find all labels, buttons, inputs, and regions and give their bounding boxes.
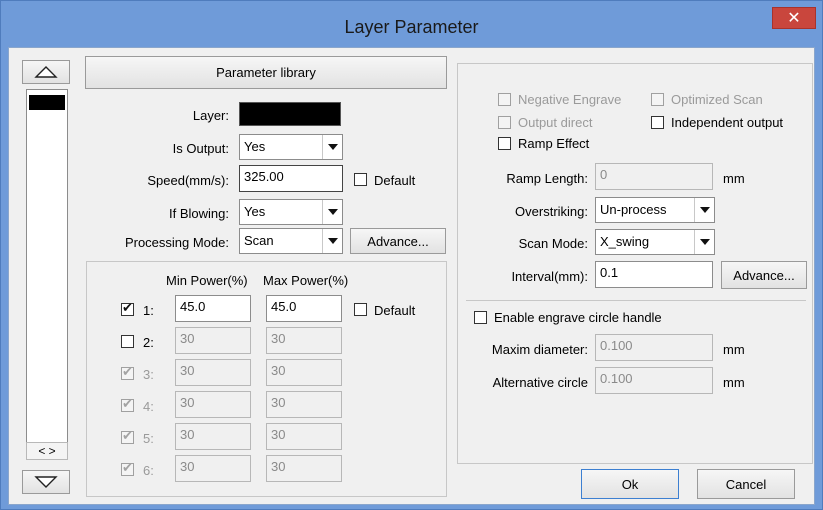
speed-input[interactable]: 325.00 [239, 165, 343, 192]
power-row-5-min-input: 30 [175, 423, 251, 450]
speed-default-checkbox[interactable] [354, 173, 367, 186]
speed-label: Speed(mm/s): [147, 173, 229, 188]
scan-mode-value: X_swing [600, 234, 650, 249]
checkmark-icon: ✔ [122, 460, 133, 475]
power-row-2-checkbox[interactable] [121, 335, 134, 348]
chevron-down-icon [322, 200, 342, 224]
power-row-3-label: 3: [143, 367, 154, 382]
alternative-circle-input: 0.100 [595, 367, 713, 394]
layer-parameter-window: Layer Parameter ✕ < > Parameter library … [0, 0, 823, 510]
power-row-6-checkbox: ✔ [121, 460, 134, 476]
title-bar[interactable]: Layer Parameter ✕ [1, 1, 822, 47]
alternative-circle-unit: mm [723, 375, 745, 390]
power-row-6-label: 6: [143, 463, 154, 478]
power-row-3-max-input: 30 [266, 359, 342, 386]
overstriking-select[interactable]: Un-process [595, 197, 715, 223]
output-direct-label: Output direct [518, 115, 593, 130]
scroll-up-button[interactable] [22, 60, 70, 84]
chevron-down-icon [694, 198, 714, 222]
chevron-down-icon [322, 135, 342, 159]
power-row-1-checkbox[interactable]: ✔ [121, 300, 134, 316]
triangle-down-icon [34, 476, 58, 488]
parameter-library-button[interactable]: Parameter library [85, 56, 447, 89]
overstriking-value: Un-process [600, 202, 667, 217]
triangle-up-icon [34, 66, 58, 78]
min-power-header: Min Power(%) [166, 273, 248, 288]
layer-list-item[interactable] [29, 95, 65, 110]
processing-mode-label: Processing Mode: [124, 235, 229, 250]
negative-engrave-label: Negative Engrave [518, 92, 622, 107]
optimized-scan-label: Optimized Scan [671, 92, 763, 107]
scan-mode-select[interactable]: X_swing [595, 229, 715, 255]
checkmark-icon: ✔ [122, 396, 133, 411]
ramp-length-label: Ramp Length: [506, 171, 588, 186]
divider [466, 300, 806, 301]
power-row-4-min-input: 30 [175, 391, 251, 418]
independent-output-checkbox[interactable] [651, 116, 664, 129]
output-direct-checkbox [498, 116, 511, 129]
is-output-select[interactable]: Yes [239, 134, 343, 160]
checkmark-icon: ✔ [122, 428, 133, 443]
maxim-diameter-label: Maxim diameter: [491, 342, 588, 357]
checkmark-icon: ✔ [122, 364, 133, 379]
checkmark-icon: ✔ [122, 300, 133, 315]
blowing-value: Yes [244, 204, 266, 219]
layer-list[interactable] [26, 89, 68, 459]
overstriking-label: Overstriking: [515, 204, 588, 219]
close-button[interactable]: ✕ [772, 7, 816, 29]
ramp-length-unit: mm [723, 171, 745, 186]
power-default-checkbox[interactable] [354, 303, 367, 316]
power-row-3-min-input: 30 [175, 359, 251, 386]
circle-handle-label: Enable engrave circle handle [494, 310, 662, 325]
ok-button[interactable]: Ok [581, 469, 679, 499]
is-output-label: Is Output: [172, 141, 229, 156]
power-row-2-label: 2: [143, 335, 154, 350]
power-row-5-max-input: 30 [266, 423, 342, 450]
blowing-select[interactable]: Yes [239, 199, 343, 225]
chevron-down-icon [694, 230, 714, 254]
power-row-6-max-input: 30 [266, 455, 342, 482]
is-output-value: Yes [244, 139, 266, 154]
chevron-down-icon [322, 229, 342, 253]
power-row-2-min-input: 30 [175, 327, 251, 354]
power-row-4-checkbox: ✔ [121, 396, 134, 412]
optimized-scan-checkbox [651, 93, 664, 106]
processing-mode-value: Scan [244, 233, 274, 248]
circle-handle-checkbox[interactable] [474, 311, 487, 324]
ramp-effect-checkbox[interactable] [498, 137, 511, 150]
advance-button-left[interactable]: Advance... [350, 228, 446, 254]
scroll-down-button[interactable] [22, 470, 70, 494]
negative-engrave-checkbox [498, 93, 511, 106]
ramp-effect-label: Ramp Effect [518, 136, 590, 151]
max-power-header: Max Power(%) [263, 273, 349, 288]
maxim-diameter-input: 0.100 [595, 334, 713, 361]
interval-input[interactable]: 0.1 [595, 261, 713, 288]
power-default-label: Default [374, 303, 416, 318]
independent-output-label: Independent output [671, 115, 784, 130]
layer-label: Layer: [192, 108, 229, 123]
scan-mode-label: Scan Mode: [518, 236, 588, 251]
cancel-button[interactable]: Cancel [697, 469, 795, 499]
horizontal-scroll-arrows[interactable]: < > [26, 442, 68, 460]
power-row-5-checkbox: ✔ [121, 428, 134, 444]
speed-default-label: Default [374, 173, 416, 188]
maxim-diameter-unit: mm [723, 342, 745, 357]
power-row-1-min-input[interactable]: 45.0 [175, 295, 251, 322]
power-row-3-checkbox: ✔ [121, 364, 134, 380]
power-row-6-min-input: 30 [175, 455, 251, 482]
power-row-1-label: 1: [143, 303, 154, 318]
blowing-label: If Blowing: [169, 206, 229, 221]
alternative-circle-label: Alternative circle [492, 375, 588, 390]
interval-label: Interval(mm): [511, 269, 588, 284]
processing-mode-select[interactable]: Scan [239, 228, 343, 254]
advance-button-right[interactable]: Advance... [721, 261, 807, 289]
layer-color-swatch[interactable] [239, 102, 341, 126]
power-row-4-label: 4: [143, 399, 154, 414]
ramp-length-input: 0 [595, 163, 713, 190]
power-row-5-label: 5: [143, 431, 154, 446]
power-row-2-max-input: 30 [266, 327, 342, 354]
power-row-1-max-input[interactable]: 45.0 [266, 295, 342, 322]
power-row-4-max-input: 30 [266, 391, 342, 418]
window-title: Layer Parameter [344, 17, 479, 37]
